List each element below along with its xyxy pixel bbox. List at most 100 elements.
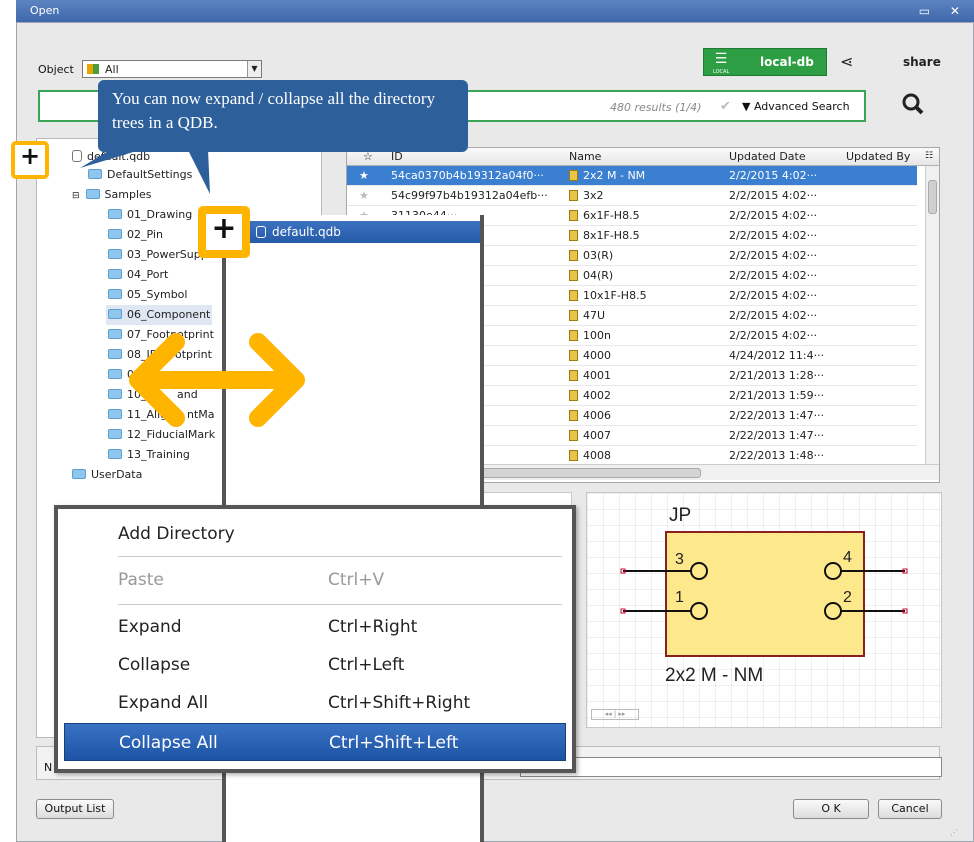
window-titlebar: Open ▭ ✕ bbox=[16, 0, 974, 22]
table-row[interactable]: ★ 54c99f97b4b19312a04efb··· 3x2 2/2/2015 4:… bbox=[347, 186, 917, 206]
ok-button[interactable]: O K bbox=[793, 799, 869, 819]
star-icon[interactable]: ★ bbox=[359, 186, 379, 205]
hscroll-thumb[interactable] bbox=[477, 468, 701, 478]
db-selector[interactable]: ☰ LOCAL local-db bbox=[703, 48, 827, 76]
db-icon-caption: LOCAL bbox=[713, 69, 730, 75]
window-controls[interactable]: ▭ ✕ bbox=[919, 0, 968, 22]
component-icon bbox=[569, 170, 578, 181]
object-label: Object bbox=[38, 63, 74, 76]
cell-updated-date: 2/21/2013 1:28··· bbox=[729, 369, 825, 382]
cell-updated-date: 2/2/2015 4:02··· bbox=[729, 209, 818, 222]
expand-all-highlight: + bbox=[11, 141, 49, 179]
component-icon bbox=[569, 230, 578, 241]
cell-name: 47U bbox=[569, 306, 719, 325]
cell-updated-date: 2/2/2015 4:02··· bbox=[729, 309, 818, 322]
expand-all-highlight-popup: + bbox=[198, 206, 250, 258]
menu-expand-all[interactable]: Expand All Ctrl+Shift+Right bbox=[58, 684, 568, 722]
folder-icon bbox=[108, 269, 122, 279]
cell-updated-date: 2/2/2015 4:02··· bbox=[729, 169, 818, 182]
tree-item[interactable]: 02_Pin bbox=[108, 227, 163, 243]
component-icon bbox=[569, 270, 578, 281]
chevron-down-icon[interactable]: ▼ bbox=[247, 61, 261, 77]
cell-id: 54ca0370b4b19312a04f0··· bbox=[391, 169, 544, 182]
resize-grip-icon[interactable]: ⋰ bbox=[950, 828, 958, 837]
advanced-search-toggle[interactable]: ▼ Advanced Search bbox=[742, 100, 850, 113]
cell-name: 8x1F-H8.5 bbox=[569, 226, 719, 245]
symbol-pins bbox=[620, 562, 908, 620]
folder-icon bbox=[108, 329, 122, 339]
cell-updated-date: 2/2/2015 4:02··· bbox=[729, 229, 818, 242]
tree-item-selected[interactable]: 06_Component bbox=[106, 305, 213, 325]
tree-item[interactable]: 05_Symbol bbox=[108, 287, 187, 303]
pin-number-1: 1 bbox=[675, 589, 684, 606]
header-updated-date[interactable]: Updated Date bbox=[729, 148, 806, 165]
header-updated-by[interactable]: Updated By bbox=[846, 148, 910, 165]
results-count: 480 results (1/4) bbox=[610, 101, 702, 114]
name-label: N bbox=[44, 761, 53, 774]
component-icon bbox=[569, 450, 578, 461]
table-row[interactable]: ★ 54ca0370b4b19312a04f0··· 2x2 M - NM 2/2/2… bbox=[347, 166, 917, 186]
cell-name: 10x1F-H8.5 bbox=[569, 286, 719, 305]
folder-icon bbox=[108, 309, 122, 319]
component-icon bbox=[569, 430, 578, 441]
tree-item[interactable]: 13_Training bbox=[108, 447, 190, 463]
cell-name: 4000 bbox=[569, 346, 719, 365]
component-value: 2x2 M - NM bbox=[665, 665, 764, 686]
name-input[interactable] bbox=[520, 757, 942, 777]
menu-expand[interactable]: Expand Ctrl+Right bbox=[58, 608, 568, 646]
cell-updated-date: 2/2/2015 4:02··· bbox=[729, 249, 818, 262]
pin-number-3: 3 bbox=[675, 551, 684, 568]
search-button[interactable] bbox=[888, 88, 940, 120]
tree-item[interactable]: 01_Drawing bbox=[108, 207, 192, 223]
scrollbar-thumb[interactable] bbox=[928, 180, 937, 214]
cell-updated-date: 2/22/2013 1:47··· bbox=[729, 429, 825, 442]
cell-updated-date: 2/22/2013 1:48··· bbox=[729, 449, 825, 462]
output-list-button[interactable]: Output List bbox=[36, 799, 114, 819]
folder-icon bbox=[108, 449, 122, 459]
search-icon bbox=[902, 93, 924, 115]
db-name: local-db bbox=[760, 55, 814, 69]
cancel-button[interactable]: Cancel bbox=[878, 799, 942, 819]
tree-item[interactable]: 04_Port bbox=[108, 267, 168, 283]
folder-icon bbox=[108, 229, 122, 239]
cell-updated-date: 2/2/2015 4:02··· bbox=[729, 289, 818, 302]
cell-name: 2x2 M - NM bbox=[569, 166, 719, 185]
callout-pointers bbox=[80, 150, 210, 194]
share-label[interactable]: share bbox=[903, 55, 941, 69]
symbol-preview: JP 3 1 4 2 2x2 M - NM ◂◂ | ▸▸ bbox=[586, 492, 942, 728]
folder-icon bbox=[108, 209, 122, 219]
cell-updated-date: 2/21/2013 1:59··· bbox=[729, 389, 825, 402]
plus-icon[interactable]: + bbox=[15, 144, 45, 175]
star-icon[interactable]: ★ bbox=[359, 166, 379, 185]
object-select-value: All bbox=[105, 63, 119, 76]
menu-add-directory[interactable]: Add Directory bbox=[58, 515, 568, 553]
column-chooser-icon[interactable]: ☷ bbox=[925, 148, 933, 165]
component-icon bbox=[569, 370, 578, 381]
vertical-scrollbar[interactable] bbox=[925, 166, 939, 464]
cell-updated-date: 2/2/2015 4:02··· bbox=[729, 329, 818, 342]
share-icon[interactable]: ⋖ bbox=[840, 52, 853, 71]
menu-collapse[interactable]: Collapse Ctrl+Left bbox=[58, 646, 568, 684]
object-select[interactable]: All ▼ bbox=[82, 60, 262, 78]
tree-item[interactable]: 03_PowerSupp bbox=[108, 247, 208, 263]
folder-icon bbox=[72, 469, 86, 479]
plus-icon[interactable]: + bbox=[206, 214, 242, 250]
folder-icon bbox=[108, 389, 122, 399]
cell-name: 3x2 bbox=[569, 186, 719, 205]
preview-pager[interactable]: ◂◂ | ▸▸ bbox=[591, 709, 639, 720]
cell-name: 4007 bbox=[569, 426, 719, 445]
cell-id: 54c99f97b4b19312a04efb··· bbox=[391, 189, 548, 202]
component-icon bbox=[569, 250, 578, 261]
cell-updated-date: 2/2/2015 4:02··· bbox=[729, 189, 818, 202]
header-name[interactable]: Name bbox=[569, 148, 601, 165]
tree-item[interactable]: UserData bbox=[72, 467, 142, 483]
menu-collapse-all[interactable]: Collapse All Ctrl+Shift+Left bbox=[64, 723, 566, 761]
window-title: Open bbox=[30, 4, 60, 17]
collapsed-tree-root[interactable]: default.qdb bbox=[226, 221, 480, 243]
checkmark-icon: ✔ bbox=[720, 99, 731, 114]
cell-name: 4006 bbox=[569, 406, 719, 425]
cell-updated-date: 2/2/2015 4:02··· bbox=[729, 269, 818, 282]
database-icon bbox=[256, 226, 266, 238]
folder-icon bbox=[108, 349, 122, 359]
pin-number-2: 2 bbox=[843, 589, 852, 606]
